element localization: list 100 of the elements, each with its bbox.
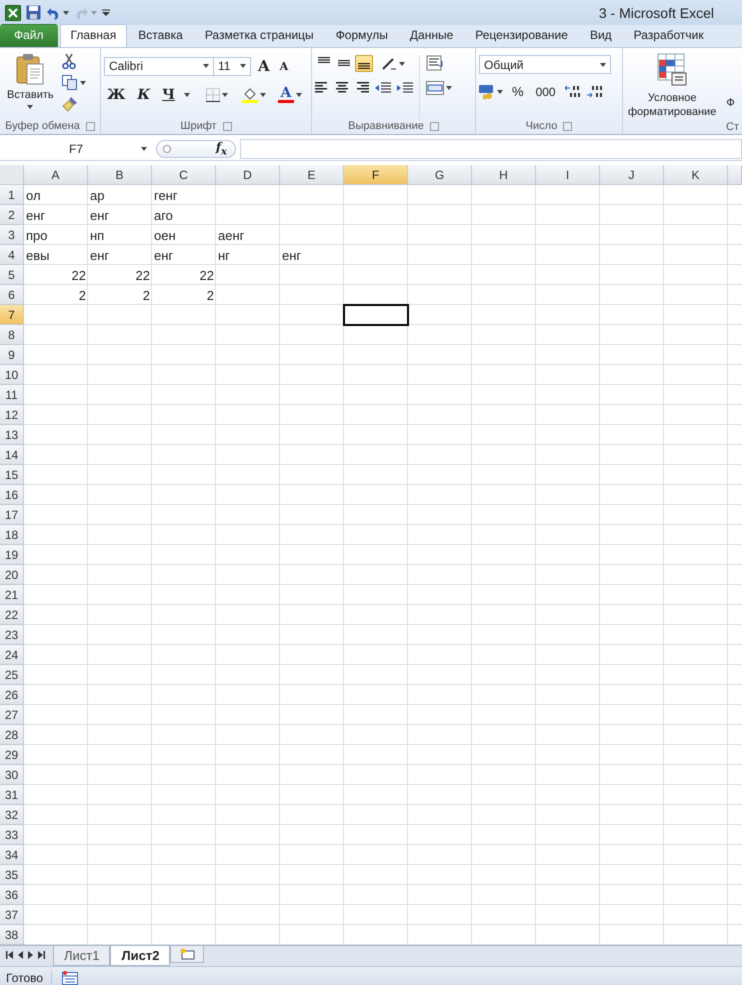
percent-button[interactable]: %	[509, 82, 527, 101]
column-header[interactable]: J	[600, 165, 664, 185]
row-header[interactable]: 6	[0, 285, 24, 305]
bold-button[interactable]: Ж	[104, 85, 128, 105]
macro-record-icon[interactable]	[62, 971, 78, 985]
row-header[interactable]: 13	[0, 425, 24, 445]
copy-icon[interactable]	[62, 75, 78, 90]
row-header[interactable]: 18	[0, 525, 24, 545]
row-header[interactable]: 32	[0, 805, 24, 825]
align-left-icon[interactable]	[315, 82, 329, 94]
sheet-tab[interactable]: Лист2	[110, 946, 170, 966]
column-header[interactable]: I	[536, 165, 600, 185]
borders-icon[interactable]	[206, 88, 220, 102]
formula-input[interactable]	[240, 139, 742, 159]
currency-icon[interactable]	[479, 84, 495, 100]
decrease-decimal-icon[interactable]	[586, 84, 603, 98]
ribbon-tab[interactable]: Формулы	[324, 24, 399, 47]
row-header[interactable]: 35	[0, 865, 24, 885]
row-header[interactable]: 34	[0, 845, 24, 865]
insert-sheet-button[interactable]	[170, 946, 204, 963]
font-name-field[interactable]: Calibri	[104, 56, 214, 76]
row-header[interactable]: 15	[0, 465, 24, 485]
underline-button[interactable]: Ч	[159, 85, 178, 105]
align-right-icon[interactable]	[355, 82, 369, 94]
row-header[interactable]: 11	[0, 385, 24, 405]
column-header[interactable]: E	[280, 165, 344, 185]
wrap-text-icon[interactable]	[426, 55, 444, 71]
column-header[interactable]: B	[88, 165, 152, 185]
spreadsheet-app-icon[interactable]	[5, 4, 21, 20]
column-header[interactable]: H	[472, 165, 536, 185]
shrink-font-button[interactable]: A	[276, 58, 292, 74]
row-header[interactable]: 5	[0, 265, 24, 285]
column-header[interactable]: K	[664, 165, 728, 185]
undo-icon[interactable]	[46, 6, 61, 20]
row-header[interactable]: 1	[0, 185, 24, 205]
thousands-separator-button[interactable]: 000	[532, 82, 559, 100]
align-center-icon[interactable]	[335, 82, 349, 94]
column-header[interactable]: A	[24, 165, 88, 185]
row-header[interactable]: 38	[0, 925, 24, 945]
row-header[interactable]: 7	[0, 305, 24, 325]
insert-function-button[interactable]: f$_{x}$	[216, 140, 227, 158]
last-sheet-icon[interactable]	[38, 951, 45, 959]
active-cell[interactable]	[343, 304, 409, 326]
row-header[interactable]: 36	[0, 885, 24, 905]
ribbon-tab[interactable]: Вставка	[127, 24, 194, 47]
column-header[interactable]: F	[344, 165, 408, 185]
row-header[interactable]: 19	[0, 545, 24, 565]
row-header[interactable]: 28	[0, 725, 24, 745]
ribbon-tab[interactable]: Главная	[60, 24, 128, 47]
row-header[interactable]: 16	[0, 485, 24, 505]
row-header[interactable]: 22	[0, 605, 24, 625]
resize-handle-icon[interactable]	[163, 145, 171, 153]
row-header[interactable]: 24	[0, 645, 24, 665]
next-sheet-icon[interactable]	[28, 951, 33, 959]
bottom-align-button[interactable]	[355, 55, 373, 72]
paste-button[interactable]: Вставить	[3, 51, 58, 118]
column-header[interactable]: C	[152, 165, 216, 185]
increase-indent-icon[interactable]	[397, 82, 413, 94]
row-header[interactable]: 37	[0, 905, 24, 925]
row-header[interactable]: 12	[0, 405, 24, 425]
first-sheet-icon[interactable]	[6, 951, 13, 959]
row-header[interactable]: 8	[0, 325, 24, 345]
row-header[interactable]: 2	[0, 205, 24, 225]
row-header[interactable]: 31	[0, 785, 24, 805]
ribbon-tab[interactable]: Разработчик	[622, 24, 715, 47]
text-angle-icon[interactable]	[381, 56, 397, 70]
row-header[interactable]: 4	[0, 245, 24, 265]
ribbon-tab[interactable]: Вид	[578, 24, 623, 47]
font-color-button[interactable]: A	[278, 87, 294, 103]
row-header[interactable]: 20	[0, 565, 24, 585]
column-header[interactable]: G	[408, 165, 472, 185]
row-header[interactable]: 17	[0, 505, 24, 525]
italic-button[interactable]: К	[134, 85, 154, 105]
sheet-tab[interactable]: Лист1	[53, 946, 110, 966]
brush-icon[interactable]	[62, 96, 78, 112]
file-tab[interactable]: Файл	[0, 24, 58, 47]
increase-decimal-icon[interactable]	[564, 84, 581, 98]
fill-color-icon[interactable]	[242, 87, 258, 103]
ribbon-tab[interactable]: Рецензирование	[464, 24, 579, 47]
merge-cells-icon[interactable]	[426, 81, 444, 95]
decrease-indent-icon[interactable]	[375, 82, 391, 94]
ribbon-tab[interactable]: Данные	[398, 24, 464, 47]
customize-menu-icon[interactable]	[102, 8, 110, 16]
previous-sheet-icon[interactable]	[18, 951, 23, 959]
font-size-field[interactable]: 11	[213, 56, 251, 76]
row-header[interactable]: 23	[0, 625, 24, 645]
conditional-formatting-button[interactable]: Условное форматирование	[626, 53, 718, 119]
row-header[interactable]: 26	[0, 685, 24, 705]
row-header[interactable]: 3	[0, 225, 24, 245]
column-header[interactable]: D	[216, 165, 280, 185]
ribbon-tab[interactable]: Разметка страницы	[194, 24, 325, 47]
styles-button[interactable]: Ф	[726, 97, 735, 119]
row-header[interactable]: 25	[0, 665, 24, 685]
row-header[interactable]: 10	[0, 365, 24, 385]
grow-font-button[interactable]: A	[255, 55, 273, 77]
row-header[interactable]: 9	[0, 345, 24, 365]
row-header[interactable]: 29	[0, 745, 24, 765]
row-header[interactable]: 27	[0, 705, 24, 725]
row-header[interactable]: 30	[0, 765, 24, 785]
row-header[interactable]: 33	[0, 825, 24, 845]
